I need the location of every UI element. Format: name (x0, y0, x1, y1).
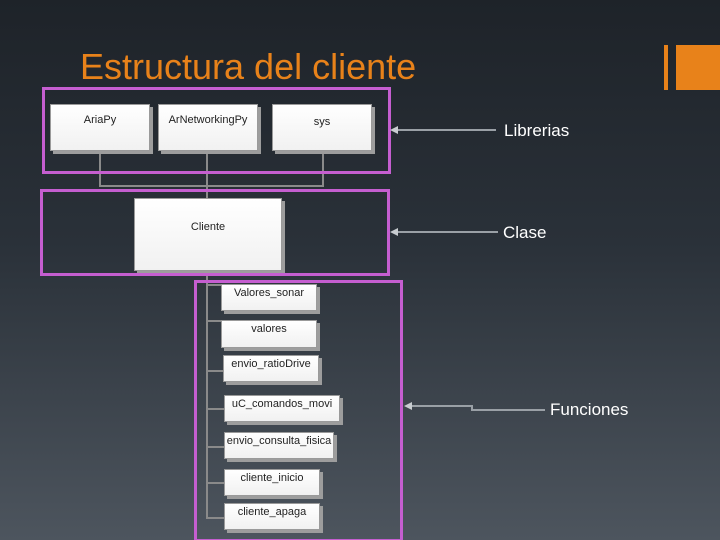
callout-librerias: Librerias (504, 121, 570, 140)
callout-clase: Clase (503, 223, 547, 242)
slide: Estructura del cliente AriaPy ArNetworki… (0, 0, 720, 540)
funciones-arrow (412, 405, 545, 411)
callout-arrows (390, 126, 545, 411)
funciones-arrowhead (404, 402, 412, 410)
librerias-arrowhead (390, 126, 398, 134)
clase-arrowhead (390, 228, 398, 236)
callout-funciones: Funciones (550, 400, 629, 419)
